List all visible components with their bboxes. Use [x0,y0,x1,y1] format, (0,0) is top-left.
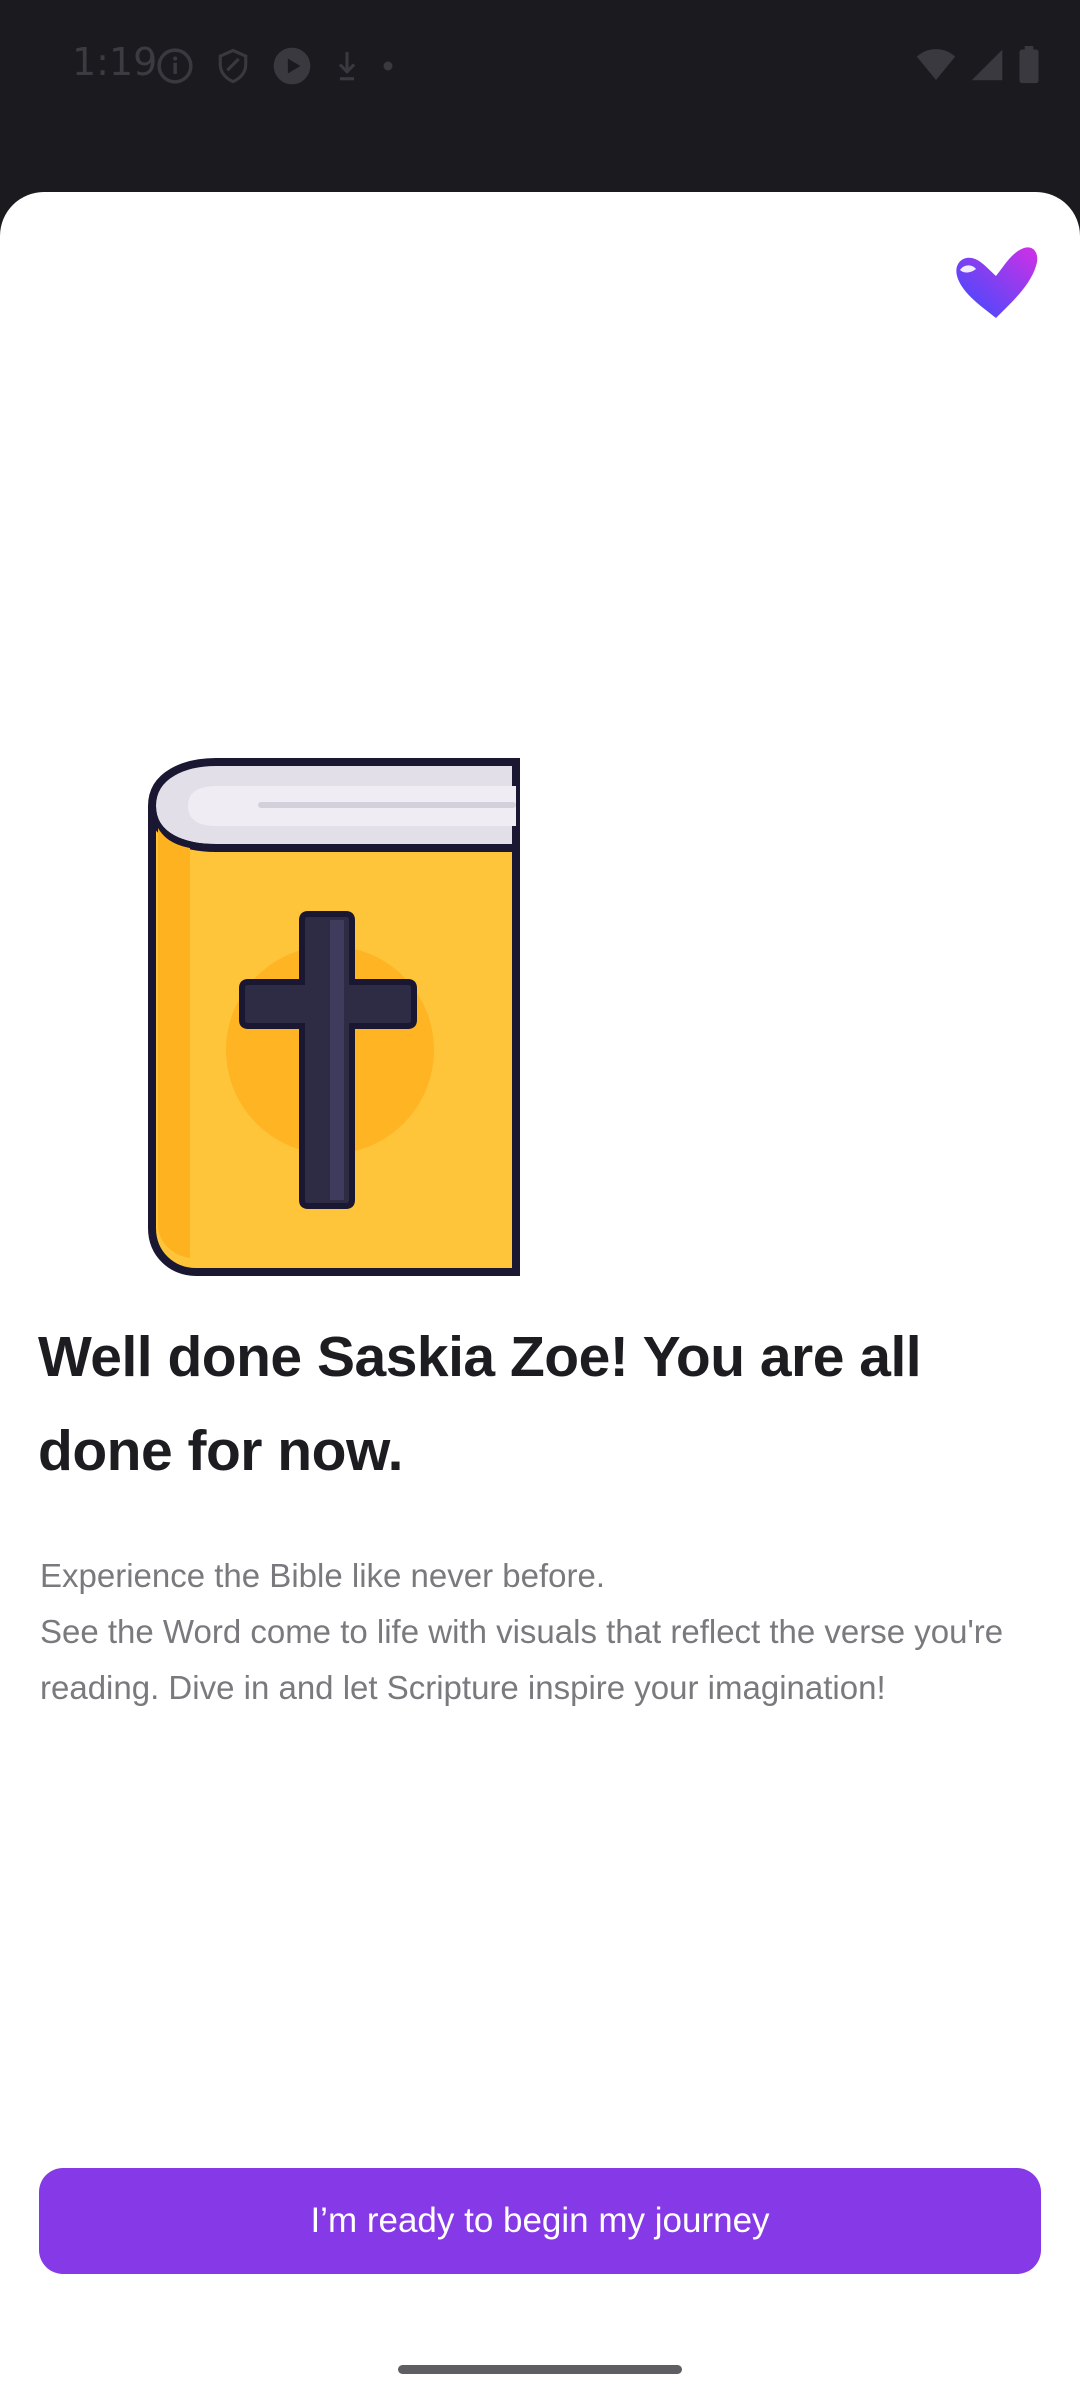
description-line-2: See the Word come to life with visuals t… [40,1613,1004,1706]
dot-icon [383,61,393,71]
page-title: Well done Saskia Zoe! You are all done f… [38,1325,922,1483]
description-line-1: Experience the Bible like never before. [40,1557,605,1594]
shield-icon [218,48,248,84]
play-icon [273,47,311,85]
completion-sheet: Well done Saskia Zoe! You are all done f… [0,192,1080,2400]
info-icon [157,48,193,84]
status-icons-left [156,46,394,86]
download-icon [338,51,356,81]
status-time: 1:19 [72,40,158,84]
signal-icon [971,49,1003,81]
status-icons-right [916,46,1040,84]
heart-logo-icon [956,247,1038,318]
battery-icon [1019,46,1039,84]
description: Experience the Bible like never before. … [40,1548,1040,1716]
status-bar: 1:19 [0,0,1080,130]
begin-journey-button[interactable]: I’m ready to begin my journey [39,2168,1041,2274]
bible-icon [147,758,520,1276]
home-indicator[interactable] [398,2365,682,2374]
wifi-icon [916,49,956,80]
